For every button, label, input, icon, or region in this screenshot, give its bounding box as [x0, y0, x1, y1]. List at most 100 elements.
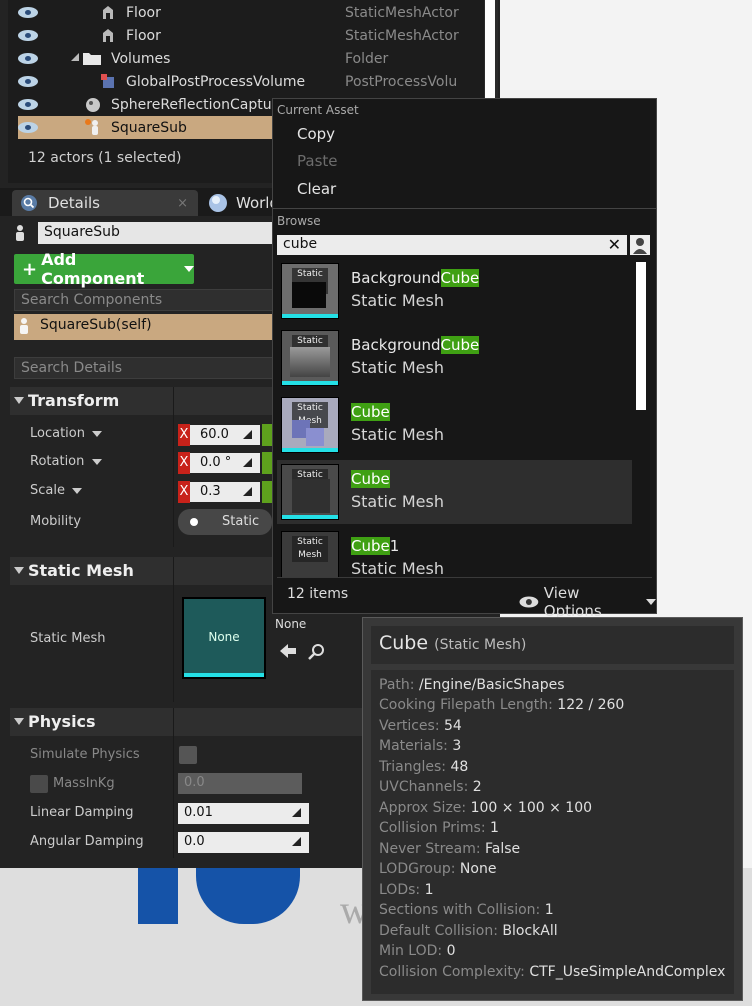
- logo-shape-left: [138, 868, 178, 924]
- asset-list-item[interactable]: Static Mesh BackgroundCube Static Mesh: [277, 259, 632, 323]
- static-mesh-thumbnail[interactable]: None: [182, 597, 266, 679]
- rotation-label[interactable]: Rotation: [30, 454, 102, 469]
- tooltip-line: LODGroup: None: [379, 861, 497, 877]
- view-options-label: View Options: [543, 584, 602, 620]
- spin-handle-icon[interactable]: [243, 430, 252, 439]
- actor-pawn-icon: [16, 225, 24, 241]
- chevron-down-icon: [184, 266, 194, 272]
- asset-list-item[interactable]: Static Mesh Cube Static Mesh: [277, 393, 632, 457]
- browse-magnifier-icon[interactable]: [308, 643, 326, 661]
- tooltip-line: LODs: 1: [379, 882, 434, 898]
- spin-handle-icon[interactable]: [292, 837, 301, 846]
- outliner-row[interactable]: Volumes Folder: [18, 47, 484, 70]
- add-component-button[interactable]: + Add Component: [14, 250, 194, 288]
- static-mesh-title: Static Mesh: [28, 561, 134, 580]
- asset-thumbnail: Static Mesh: [281, 263, 339, 319]
- view-options-button[interactable]: View Options: [519, 584, 656, 620]
- outliner-row[interactable]: GlobalPostProcessVolume PostProcessVolu: [18, 70, 484, 93]
- actor-count: 12 actors (1 selected): [28, 150, 182, 166]
- asset-search-value: cube: [283, 236, 318, 252]
- menu-divider: [273, 208, 656, 209]
- tooltip-details: Path: /Engine/BasicShapes Cooking Filepa…: [371, 670, 734, 994]
- visibility-eye-icon[interactable]: [18, 30, 38, 41]
- asset-type: Static Mesh: [351, 492, 444, 511]
- self-component-row[interactable]: SquareSub(self): [14, 314, 276, 340]
- close-tab-icon[interactable]: ×: [177, 196, 188, 211]
- asset-list-scrollbar[interactable]: [636, 262, 646, 410]
- rotation-label-text: Rotation: [30, 454, 85, 469]
- mass-override-checkbox[interactable]: [30, 775, 48, 793]
- asset-list-item[interactable]: Static Mesh Cube1 Static Mesh: [277, 527, 632, 577]
- spin-handle-icon[interactable]: [243, 487, 252, 496]
- asset-picker-popup: Current Asset Copy Paste Clear Browse cu…: [272, 98, 657, 620]
- paste-menu-item[interactable]: Paste: [297, 152, 338, 170]
- asset-thumbnail: Static Mesh: [281, 464, 339, 520]
- tooltip-line: Never Stream: False: [379, 841, 521, 857]
- physics-title: Physics: [28, 712, 96, 731]
- chevron-down-icon: [92, 431, 103, 437]
- tab-details[interactable]: Details ×: [12, 190, 198, 216]
- clear-menu-item[interactable]: Clear: [297, 180, 336, 198]
- current-asset-heading: Current Asset: [277, 103, 359, 117]
- column-divider: [173, 557, 174, 702]
- visibility-eye-icon[interactable]: [18, 99, 38, 110]
- spin-handle-icon[interactable]: [243, 458, 252, 467]
- search-components-input[interactable]: Search Components: [14, 289, 276, 311]
- chevron-down-icon: [72, 488, 83, 494]
- user-filter-icon[interactable]: [630, 235, 650, 255]
- item-count: 12 items: [287, 586, 349, 602]
- static-mesh-label: Static Mesh: [30, 631, 106, 646]
- use-selected-arrow-icon[interactable]: [279, 643, 297, 659]
- angular-damping-input[interactable]: 0.0: [178, 832, 309, 853]
- mass-input[interactable]: 0.0: [178, 773, 302, 794]
- post-process-volume-icon: [101, 74, 114, 88]
- simulate-physics-checkbox[interactable]: [179, 746, 197, 764]
- linear-damping-input[interactable]: 0.01: [178, 803, 309, 824]
- outliner-row[interactable]: Floor StaticMeshActor: [18, 24, 484, 47]
- transform-title: Transform: [28, 391, 120, 410]
- cube-shape: [292, 479, 330, 513]
- mobility-static-button[interactable]: Static: [178, 509, 272, 535]
- x-axis-tag: X: [178, 481, 190, 503]
- outliner-name: Floor: [126, 27, 161, 44]
- actor-pawn-icon: [85, 119, 98, 135]
- spin-handle-icon[interactable]: [292, 808, 301, 817]
- tooltip-line: Vertices: 54: [379, 718, 462, 734]
- scale-label[interactable]: Scale: [30, 483, 83, 498]
- asset-list-item[interactable]: Static Mesh BackgroundCube Static Mesh: [277, 326, 632, 390]
- expand-arrow-icon[interactable]: [70, 52, 80, 62]
- visibility-eye-icon[interactable]: [18, 122, 38, 133]
- visibility-eye-icon[interactable]: [18, 53, 38, 64]
- static-mesh-value: None: [275, 617, 307, 631]
- asset-type: Static Mesh: [351, 559, 444, 577]
- tooltip-line: Triangles: 48: [379, 759, 469, 775]
- actor-name-field[interactable]: SquareSub: [38, 222, 274, 244]
- tooltip-line: Default Collision: BlockAll: [379, 923, 558, 939]
- asset-search-input[interactable]: cube ✕: [277, 235, 627, 255]
- clear-search-icon[interactable]: ✕: [608, 235, 621, 254]
- search-details-input[interactable]: Search Details: [14, 357, 276, 379]
- x-axis-tag: X: [178, 452, 190, 474]
- copy-menu-item[interactable]: Copy: [297, 125, 335, 143]
- mobility-static-label: Static: [222, 514, 260, 529]
- location-label[interactable]: Location: [30, 426, 103, 441]
- tooltip-line: Cooking Filepath Length: 122 / 260: [379, 697, 625, 713]
- outliner-row[interactable]: Floor StaticMeshActor: [18, 1, 484, 24]
- outliner-name: GlobalPostProcessVolume: [126, 73, 306, 90]
- asset-name: BackgroundCube: [351, 336, 480, 354]
- chevron-down-icon: [646, 599, 656, 605]
- visibility-eye-icon[interactable]: [18, 7, 38, 18]
- outliner-type: PostProcessVolu: [345, 73, 458, 90]
- tooltip-title: Cube (Static Mesh): [371, 626, 734, 664]
- globe-icon: [209, 194, 227, 212]
- mass-label: MassInKg: [53, 776, 115, 791]
- visibility-eye-icon[interactable]: [18, 76, 38, 87]
- asset-thumbnail: Static Mesh: [281, 330, 339, 386]
- tab-world[interactable]: World: [200, 190, 280, 216]
- column-divider: [173, 708, 174, 858]
- asset-thumbnail: Static Mesh: [281, 397, 339, 453]
- asset-name: BackgroundCube: [351, 269, 480, 287]
- linear-damping-label: Linear Damping: [30, 805, 134, 820]
- asset-list-item-hovered[interactable]: Static Mesh Cube Static Mesh: [277, 460, 632, 524]
- tooltip-line: Materials: 3: [379, 738, 462, 754]
